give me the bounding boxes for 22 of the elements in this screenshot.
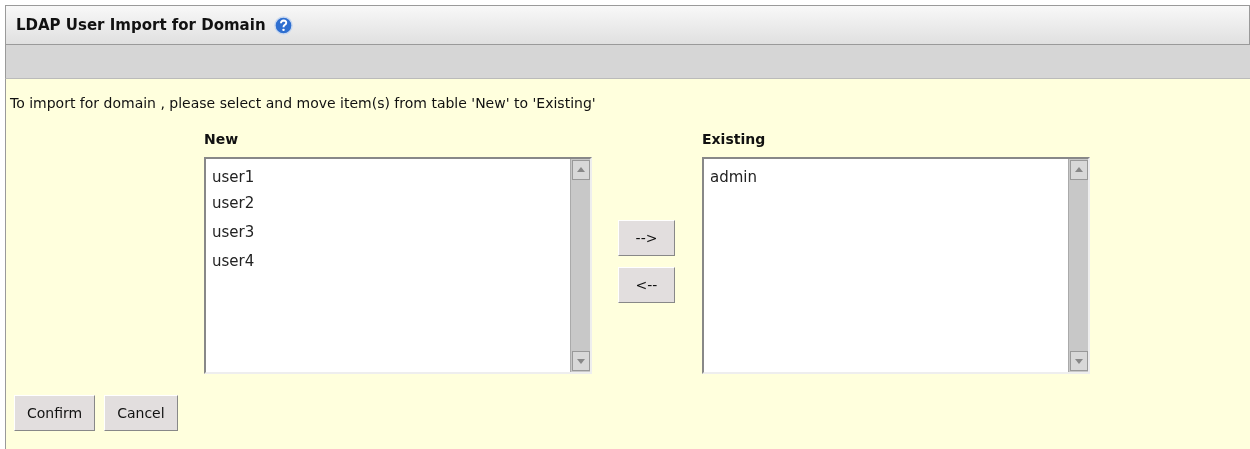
list-item[interactable]: user3 (212, 218, 564, 247)
list-item[interactable]: admin (710, 165, 1062, 189)
instruction-text: To import for domain , please select and move item(s) from table 'New' to 'Existing' (10, 95, 597, 111)
list-box[interactable]: admin (702, 157, 1090, 374)
scrollbar[interactable] (1068, 159, 1088, 372)
move-button[interactable]: --> (618, 220, 675, 256)
action-button[interactable]: Cancel (104, 395, 178, 431)
list-label: Existing (702, 131, 767, 147)
action-button[interactable]: Confirm (14, 395, 96, 431)
list-item[interactable]: user2 (212, 189, 564, 218)
scroll-down-icon[interactable] (1070, 351, 1088, 371)
move-button[interactable]: <-- (618, 267, 675, 303)
list-item[interactable]: user1 (212, 165, 564, 189)
help-icon[interactable] (273, 15, 293, 35)
list-label: New (204, 131, 240, 147)
scrollbar[interactable] (570, 159, 590, 372)
scroll-down-icon[interactable] (572, 351, 590, 371)
list-box[interactable]: user1 user2 user3 user4 (204, 157, 592, 374)
scroll-up-icon[interactable] (572, 160, 590, 180)
scroll-up-icon[interactable] (1070, 160, 1088, 180)
list-item[interactable]: user4 (212, 247, 564, 276)
page-title: LDAP User Import for Domain (16, 16, 266, 34)
